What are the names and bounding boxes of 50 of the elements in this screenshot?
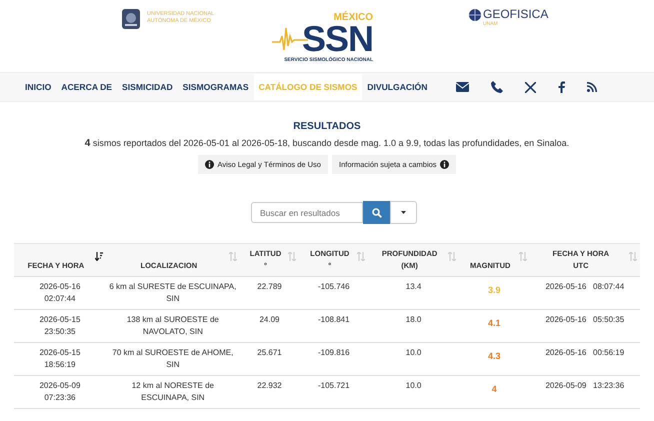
location-cell: 70 km al SUROESTE de AHOME, SIN: [112, 348, 234, 369]
search-icon: [372, 208, 382, 218]
longitude-cell: -105.746: [318, 282, 350, 291]
caret-icon: [401, 211, 406, 214]
search-field[interactable]: Buscar en resultados: [251, 202, 363, 223]
depth-cell: 13.4: [406, 282, 422, 291]
nav-link[interactable]: DIVULGACIÓN: [362, 74, 432, 100]
utc-date-cell: 2026-05-16 00:56:19: [545, 348, 624, 357]
location-cell: 12 km al NORESTE de ESCUINAPA, SIN: [132, 381, 214, 402]
globe-icon: [468, 8, 482, 22]
date-cell: 2026-05-15 23:50:35: [39, 315, 80, 336]
nav-link[interactable]: SISMICIDAD: [117, 74, 178, 100]
latitude-cell: 22.932: [257, 381, 282, 390]
ssn-logo-text: SSN: [302, 23, 374, 55]
crest-icon: [120, 8, 142, 30]
geofisica-logo-text: GEOFISICA: [483, 8, 548, 21]
sort-descending-icon[interactable]: [94, 252, 103, 261]
date-cell: 2026-05-16 02:07:44: [39, 282, 80, 303]
longitude-cell: -105.721: [318, 381, 350, 390]
longitude-cell: -108.841: [318, 315, 350, 324]
results-summary: 4 sismos reportados del 2026-05-01 al 2026-05-18, buscando desde mag. 1.0 a 9.9, todas las profundidades, en Sinaloa.: [84, 138, 570, 149]
search-button[interactable]: [363, 201, 390, 224]
x-logo-icon[interactable]: [525, 82, 536, 92]
latitude-cell: 24.09: [259, 315, 280, 324]
nav-link[interactable]: ACERCA DE: [56, 74, 118, 100]
utc-date-cell: 2026-05-16 05:50:35: [545, 315, 624, 324]
magnitude-cell: 4: [492, 383, 497, 395]
nav-link[interactable]: SISMOGRAMAS: [178, 74, 254, 100]
latitude-cell: 25.671: [257, 348, 282, 357]
magnitude-cell: 4.3: [488, 350, 500, 362]
utc-date-cell: 2026-05-09 13:23:36: [545, 381, 624, 390]
depth-cell: 10.0: [406, 381, 422, 390]
latitude-cell: 22.789: [257, 282, 282, 291]
magnitude-cell: 3.9: [488, 284, 500, 296]
location-cell: 138 km al SUROESTE de NAVOLATO, SIN: [126, 315, 219, 336]
mail-icon[interactable]: [456, 82, 470, 92]
location-cell: 6 km al SURESTE de ESCUINAPA, SIN: [109, 282, 236, 303]
facebook-icon[interactable]: [558, 81, 566, 93]
rss-icon[interactable]: [587, 82, 598, 92]
depth-cell: 18.0: [406, 315, 422, 324]
utc-date-cell: 2026-05-16 08:07:44: [545, 282, 624, 291]
date-cell: 2026-05-09 07:23:36: [39, 381, 80, 402]
phone-icon[interactable]: [491, 81, 504, 93]
country-label: MÉXICO: [334, 12, 374, 23]
results-title: RESULTADOS: [293, 121, 361, 132]
depth-cell: 10.0: [406, 348, 422, 357]
nav-link[interactable]: INICIO: [20, 74, 56, 100]
date-cell: 2026-05-15 18:56:19: [39, 348, 80, 369]
magnitude-cell: 4.1: [488, 317, 500, 329]
longitude-cell: -109.816: [318, 348, 350, 357]
